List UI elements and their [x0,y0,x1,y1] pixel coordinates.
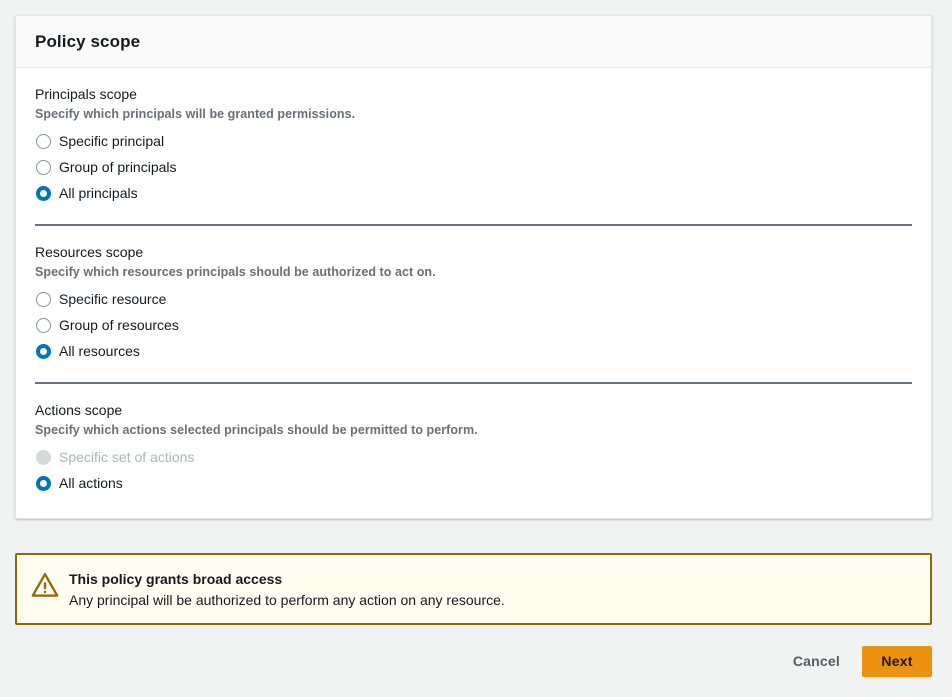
scope-section-actions: Actions scope Specify which actions selec… [35,401,912,496]
radio-label: Group of principals [59,158,177,176]
section-label: Principals scope [35,85,912,103]
radio-option-principals-0[interactable]: Specific principal [35,128,912,154]
form-footer: Cancel Next [0,645,932,677]
alert-text: This policy grants broad access Any prin… [69,568,505,610]
card-body: Principals scope Specify which principals… [16,68,931,518]
alert-title: This policy grants broad access [69,570,505,589]
page-title: Policy scope [35,32,912,52]
radio-label: Specific set of actions [59,448,194,466]
section-divider [35,382,912,384]
radio-option-actions-0: Specific set of actions [35,444,912,470]
card-header: Policy scope [16,16,931,68]
radio-unselected-icon [36,160,51,175]
radio-label: Specific resource [59,290,166,308]
radio-selected-icon [36,476,51,491]
radio-unselected-icon [36,292,51,307]
section-divider [35,224,912,226]
radio-selected-icon [36,186,51,201]
section-description: Specify which principals will be granted… [35,106,912,122]
section-description: Specify which actions selected principal… [35,422,912,438]
radio-group-resources: Specific resource Group of resources All r… [35,286,912,364]
policy-scope-page: Policy scope Principals scope Specify whi… [0,0,952,697]
radio-group-actions: Specific set of actions All actions [35,444,912,496]
alert-body: Any principal will be authorized to perf… [69,591,505,610]
cancel-button[interactable]: Cancel [781,645,852,677]
radio-label: Specific principal [59,132,164,150]
radio-option-actions-1[interactable]: All actions [35,470,912,496]
radio-label: All principals [59,184,138,202]
next-button[interactable]: Next [862,646,932,677]
radio-disabled-icon [36,450,51,465]
radio-option-principals-1[interactable]: Group of principals [35,154,912,180]
radio-option-resources-2[interactable]: All resources [35,338,912,364]
section-label: Resources scope [35,243,912,261]
scope-section-principals: Principals scope Specify which principals… [35,85,912,206]
radio-option-principals-2[interactable]: All principals [35,180,912,206]
radio-option-resources-1[interactable]: Group of resources [35,312,912,338]
policy-scope-card: Policy scope Principals scope Specify whi… [15,15,932,519]
radio-label: All resources [59,342,140,360]
scope-section-resources: Resources scope Specify which resources p… [35,243,912,364]
radio-label: All actions [59,474,123,492]
broad-access-warning-alert: This policy grants broad access Any prin… [15,553,932,625]
radio-group-principals: Specific principal Group of principals All… [35,128,912,206]
radio-unselected-icon [36,134,51,149]
radio-option-resources-0[interactable]: Specific resource [35,286,912,312]
radio-label: Group of resources [59,316,179,334]
section-label: Actions scope [35,401,912,419]
radio-unselected-icon [36,318,51,333]
section-description: Specify which resources principals shoul… [35,264,912,280]
radio-selected-icon [36,344,51,359]
warning-triangle-icon [31,571,59,599]
